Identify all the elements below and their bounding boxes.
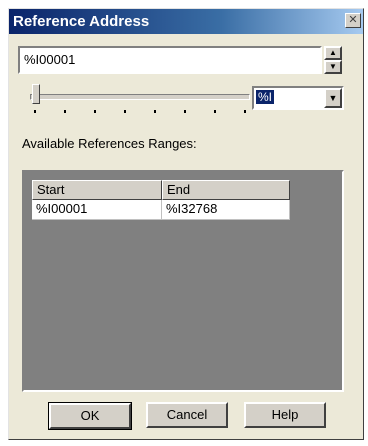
chevron-down-icon[interactable]: ▼ [324,88,342,108]
column-header-end[interactable]: End [162,180,290,200]
close-icon[interactable]: ✕ [345,13,361,28]
column-header-start[interactable]: Start [32,180,162,200]
ok-button[interactable]: OK [48,402,132,430]
ok-button-label: OK [49,403,131,429]
slider-tick [64,110,66,113]
slider-tick [94,110,96,113]
slider-tick [214,110,216,113]
slider-track[interactable] [30,94,250,100]
reference-type-value: %I [256,90,275,104]
dialog-title: Reference Address [13,13,150,30]
title-bar[interactable]: Reference Address ✕ [9,9,363,34]
cancel-button[interactable]: Cancel [146,402,228,428]
table-header-row: Start End [32,180,290,200]
ranges-table: Start End %I00001 %I32768 [22,170,344,392]
help-button[interactable]: Help [244,402,326,428]
address-input[interactable]: %I00001 [18,46,322,74]
ranges-grid: Start End %I00001 %I32768 [32,180,290,220]
slider-thumb[interactable] [32,84,40,104]
spin-up-icon[interactable]: ▲ [324,46,342,60]
reference-type-select[interactable]: %I ▼ [252,86,344,110]
ranges-label: Available References Ranges: [22,136,197,151]
table-row[interactable]: %I00001 %I32768 [32,200,290,220]
cell-start: %I00001 [32,200,162,220]
slider-tick [34,110,36,113]
slider-tick [124,110,126,113]
slider-tick [244,110,246,113]
address-spinner[interactable]: ▲ ▼ [324,46,342,74]
slider-tick [154,110,156,113]
slider-tick [184,110,186,113]
spin-down-icon[interactable]: ▼ [324,60,342,74]
cell-end: %I32768 [162,200,290,220]
